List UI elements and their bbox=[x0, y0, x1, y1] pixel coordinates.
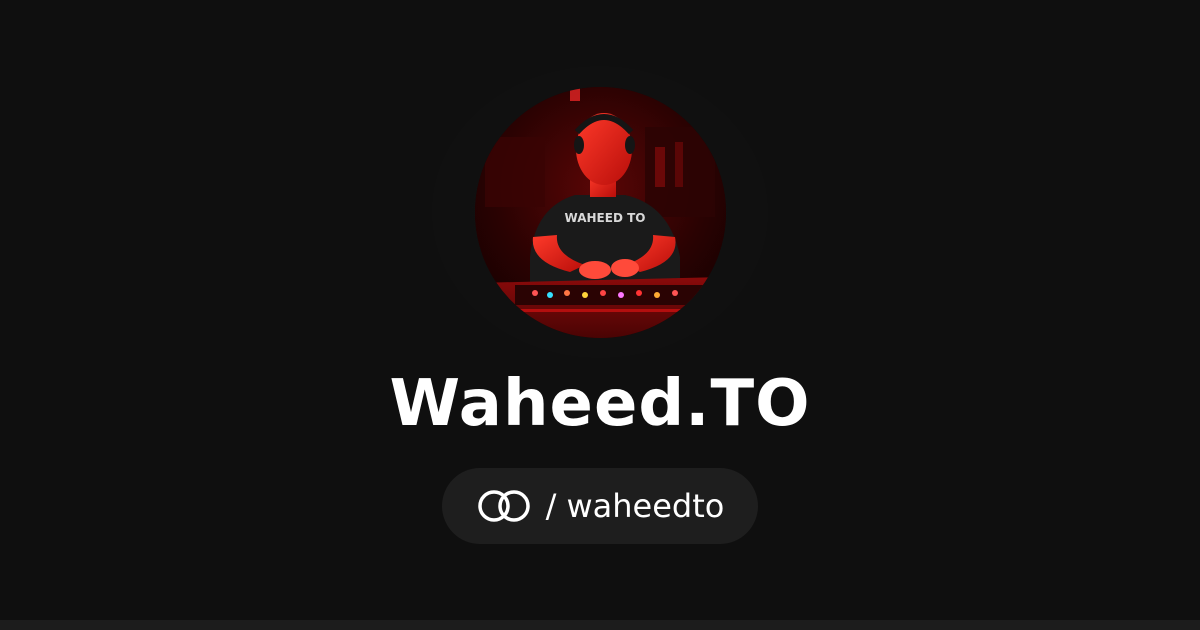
linked-rings-icon bbox=[477, 490, 530, 522]
bottom-band bbox=[0, 620, 1200, 630]
handle-separator: / bbox=[545, 487, 557, 525]
avatar[interactable]: WAHEED TO bbox=[475, 87, 726, 338]
shirt-text: WAHEED TO bbox=[565, 211, 646, 225]
avatar-photo: WAHEED TO bbox=[475, 87, 726, 338]
profile-handle-button[interactable]: / waheedto bbox=[442, 468, 758, 544]
profile-handle: waheedto bbox=[566, 487, 725, 525]
profile-display-name: Waheed.TO bbox=[389, 367, 811, 441]
